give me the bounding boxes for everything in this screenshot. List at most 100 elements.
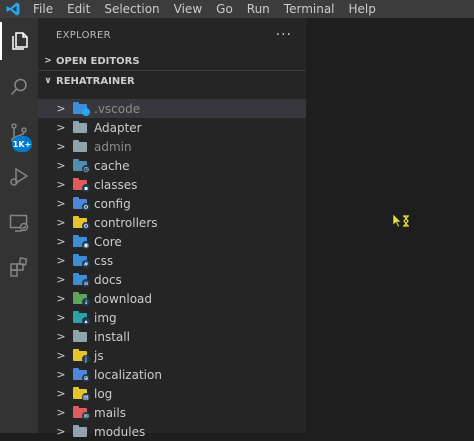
chevron-right-icon: >	[56, 368, 66, 381]
tree-folder-config[interactable]: > ⚙ config	[38, 194, 306, 213]
chevron-right-icon: >	[56, 254, 66, 267]
chevron-right-icon: >	[44, 56, 52, 66]
busy-cursor-icon	[392, 213, 409, 228]
folder-icon: ▴	[72, 311, 90, 325]
folder-icon: ⊕	[72, 368, 90, 382]
folder-icon	[72, 102, 90, 116]
chevron-down-icon: ∨	[44, 76, 52, 86]
folder-icon: ⚙	[72, 197, 90, 211]
tree-folder-admin[interactable]: > admin	[38, 137, 306, 156]
menu-file[interactable]: File	[26, 0, 60, 18]
search-icon	[10, 78, 27, 96]
tree-item-label: cache	[94, 158, 130, 173]
folder-icon: j	[72, 349, 90, 363]
chevron-right-icon: >	[56, 216, 66, 229]
tree-folder-css[interactable]: > # css	[38, 251, 306, 270]
tree-folder-install[interactable]: > install	[38, 327, 306, 346]
folder-icon: ▤	[72, 387, 90, 401]
tree-item-label: admin	[94, 139, 132, 154]
more-actions-icon[interactable]: ···	[276, 27, 292, 43]
tree-folder-mails[interactable]: > ✉ mails	[38, 403, 306, 422]
remote-explorer-icon	[9, 214, 29, 232]
tree-folder-cache[interactable]: > ◷ cache	[38, 156, 306, 175]
folder-icon: ▪	[72, 178, 90, 192]
extensions-icon	[10, 257, 28, 277]
tree-item-label: Adapter	[94, 120, 142, 135]
menu-terminal[interactable]: Terminal	[277, 0, 342, 18]
chevron-right-icon: >	[56, 121, 66, 134]
tree-folder-js[interactable]: > j js	[38, 346, 306, 365]
chevron-right-icon: >	[56, 102, 66, 115]
explorer-sidebar: EXPLORER ··· > OPEN EDITORS ∨ REHATRAINE…	[38, 18, 306, 439]
chevron-right-icon: >	[56, 159, 66, 172]
activity-bar: 1K+	[0, 18, 38, 433]
files-icon	[12, 32, 28, 50]
project-section[interactable]: ∨ REHATRAINER	[38, 70, 306, 91]
tree-item-label: modules	[94, 424, 146, 439]
tree-folder-docs[interactable]: > ≡ docs	[38, 270, 306, 289]
vscode-logo-icon[interactable]	[0, 0, 26, 18]
chevron-right-icon: >	[56, 140, 66, 153]
folder-icon	[72, 140, 88, 153]
chevron-right-icon: >	[56, 387, 66, 400]
tree-item-label: classes	[94, 177, 138, 192]
tree-item-label: css	[94, 253, 114, 268]
tree-folder-download[interactable]: > ↓ download	[38, 289, 306, 308]
folder-icon: ◷	[72, 159, 90, 173]
file-tree: > .vscode > Adapter > admin > ◷ cache > ▪ classes > ⚙…	[38, 99, 306, 441]
tree-item-label: config	[94, 196, 131, 211]
chevron-right-icon: >	[56, 349, 66, 362]
folder-icon	[72, 425, 88, 438]
folder-icon: ↓	[72, 292, 90, 306]
tree-item-label: controllers	[94, 215, 158, 230]
tree-folder-img[interactable]: > ▴ img	[38, 308, 306, 327]
menu-view[interactable]: View	[167, 0, 209, 18]
tree-item-label: log	[94, 386, 113, 401]
menu-bar: File Edit Selection View Go Run Terminal Help	[0, 0, 474, 18]
explorer-title: EXPLORER	[56, 29, 111, 41]
tree-item-label: js	[94, 348, 104, 363]
tree-folder-controllers[interactable]: > ⚙ controllers	[38, 213, 306, 232]
tree-item-label: Core	[94, 234, 122, 249]
tree-folder-modules[interactable]: > modules	[38, 422, 306, 441]
chevron-right-icon: >	[56, 235, 66, 248]
chevron-right-icon: >	[56, 178, 66, 191]
menu-go[interactable]: Go	[209, 0, 240, 18]
activity-remote-explorer[interactable]	[0, 204, 38, 242]
tree-item-label: docs	[94, 272, 122, 287]
activity-search[interactable]	[0, 68, 38, 106]
open-editors-section[interactable]: > OPEN EDITORS	[38, 51, 306, 71]
activity-explorer[interactable]	[0, 22, 38, 60]
folder-icon	[72, 330, 88, 343]
menu-edit[interactable]: Edit	[60, 0, 97, 18]
chevron-right-icon: >	[56, 197, 66, 210]
tree-item-label: img	[94, 310, 117, 325]
activity-source-control[interactable]: 1K+	[0, 114, 38, 152]
chevron-right-icon: >	[56, 292, 66, 305]
tree-folder-log[interactable]: > ▤ log	[38, 384, 306, 403]
tree-folder-vscode[interactable]: > .vscode	[38, 99, 306, 118]
tree-item-label: install	[94, 329, 130, 344]
tree-folder-classes[interactable]: > ▪ classes	[38, 175, 306, 194]
open-editors-label: OPEN EDITORS	[56, 55, 140, 67]
explorer-header: EXPLORER ···	[38, 18, 306, 52]
tree-folder-localization[interactable]: > ⊕ localization	[38, 365, 306, 384]
activity-run-debug[interactable]	[0, 158, 38, 196]
chevron-right-icon: >	[56, 273, 66, 286]
folder-icon: ≡	[72, 273, 90, 287]
activity-extensions[interactable]	[0, 248, 38, 286]
tree-item-label: localization	[94, 367, 162, 382]
project-label: REHATRAINER	[56, 75, 135, 87]
menu-run[interactable]: Run	[240, 0, 277, 18]
tree-folder-core[interactable]: > ◉ Core	[38, 232, 306, 251]
menu-selection[interactable]: Selection	[97, 0, 166, 18]
tree-item-label: .vscode	[94, 101, 141, 116]
editor-area[interactable]	[306, 18, 474, 433]
tree-item-label: mails	[94, 405, 126, 420]
folder-icon: ⚙	[72, 216, 90, 230]
chevron-right-icon: >	[56, 406, 66, 419]
folder-icon	[72, 121, 88, 134]
menu-help[interactable]: Help	[342, 0, 383, 18]
tree-folder-adapter[interactable]: > Adapter	[38, 118, 306, 137]
chevron-right-icon: >	[56, 330, 66, 343]
